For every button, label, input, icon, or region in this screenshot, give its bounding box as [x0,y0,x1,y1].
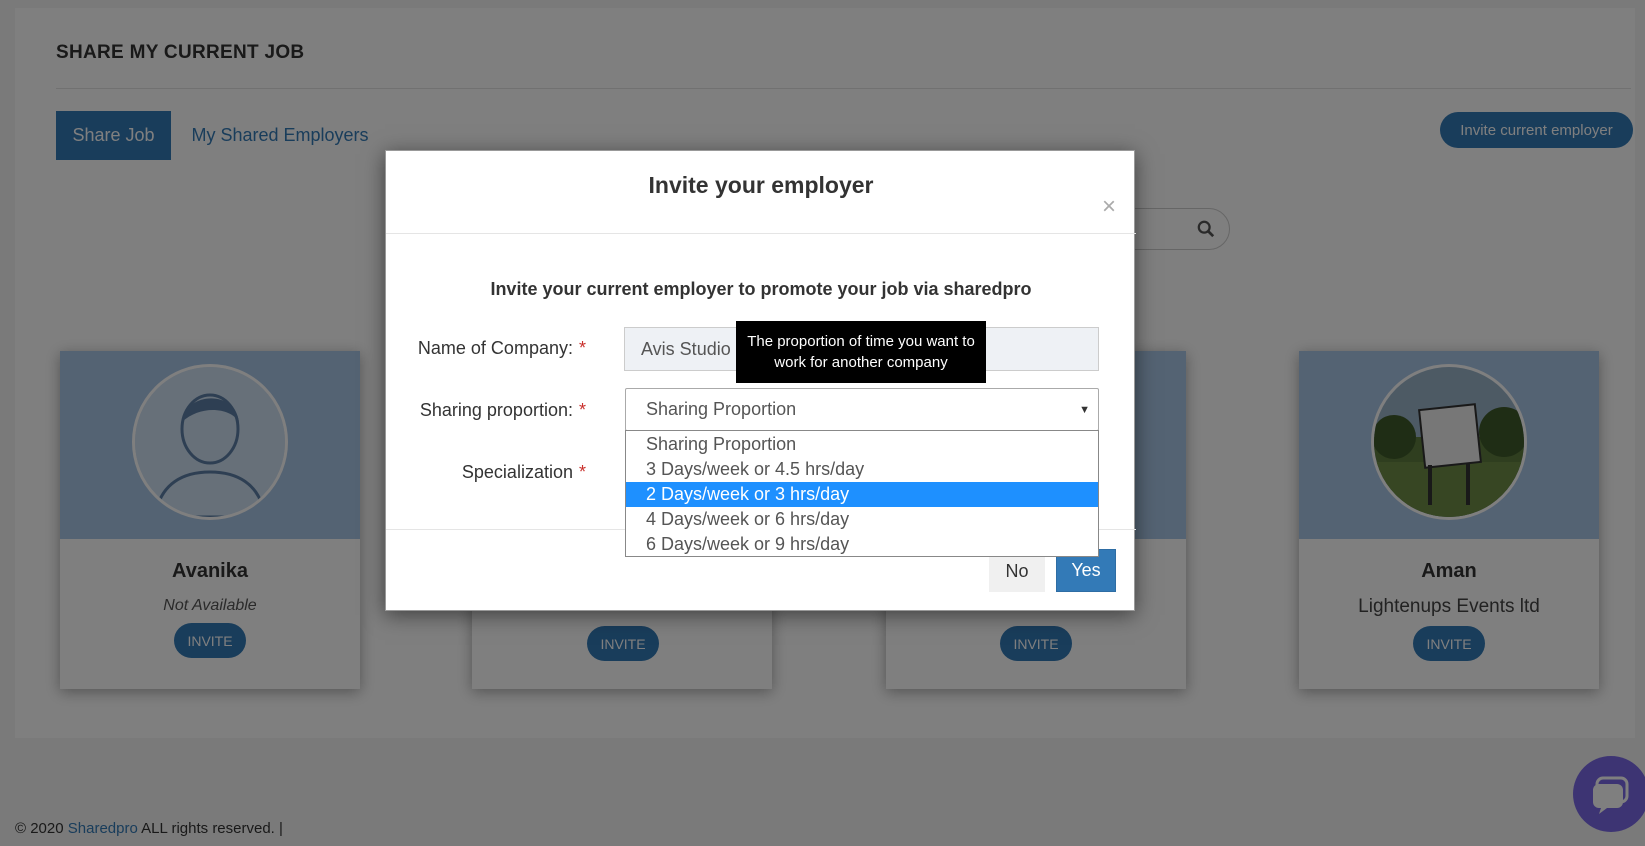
dropdown-option[interactable]: 6 Days/week or 9 hrs/day [626,532,1098,557]
sharing-proportion-label: Sharing proportion: * [386,400,586,421]
specialization-label: Specialization * [386,462,586,483]
modal-header-divider [386,233,1136,234]
company-label-text: Name of Company: [417,338,573,358]
required-mark: * [578,400,586,420]
required-mark: * [578,462,586,482]
required-mark: * [578,338,586,358]
chevron-down-icon[interactable]: ▼ [1079,404,1090,416]
sharing-proportion-tooltip: The proportion of time you want to work … [736,321,986,383]
dropdown-option[interactable]: 3 Days/week or 4.5 hrs/day [626,457,1098,482]
sharing-proportion-value: Sharing Proportion [646,399,797,419]
dropdown-option-highlighted[interactable]: 2 Days/week or 3 hrs/day [626,482,1098,507]
specialization-label-text: Specialization [461,462,573,482]
sharing-proportion-select[interactable]: Sharing Proportion ▼ [625,388,1099,431]
sharing-proportion-dropdown: Sharing Proportion 3 Days/week or 4.5 hr… [625,430,1099,557]
close-icon[interactable]: × [1102,195,1116,219]
dropdown-option[interactable]: Sharing Proportion [626,432,1098,457]
modal-subtitle: Invite your current employer to promote … [490,279,1032,299]
company-label: Name of Company: * [386,338,586,359]
sharing-proportion-label-text: Sharing proportion: [419,400,573,420]
modal-title: Invite your employer [648,172,874,198]
dropdown-option[interactable]: 4 Days/week or 6 hrs/day [626,507,1098,532]
company-name-value: Avis Studio [641,338,731,359]
